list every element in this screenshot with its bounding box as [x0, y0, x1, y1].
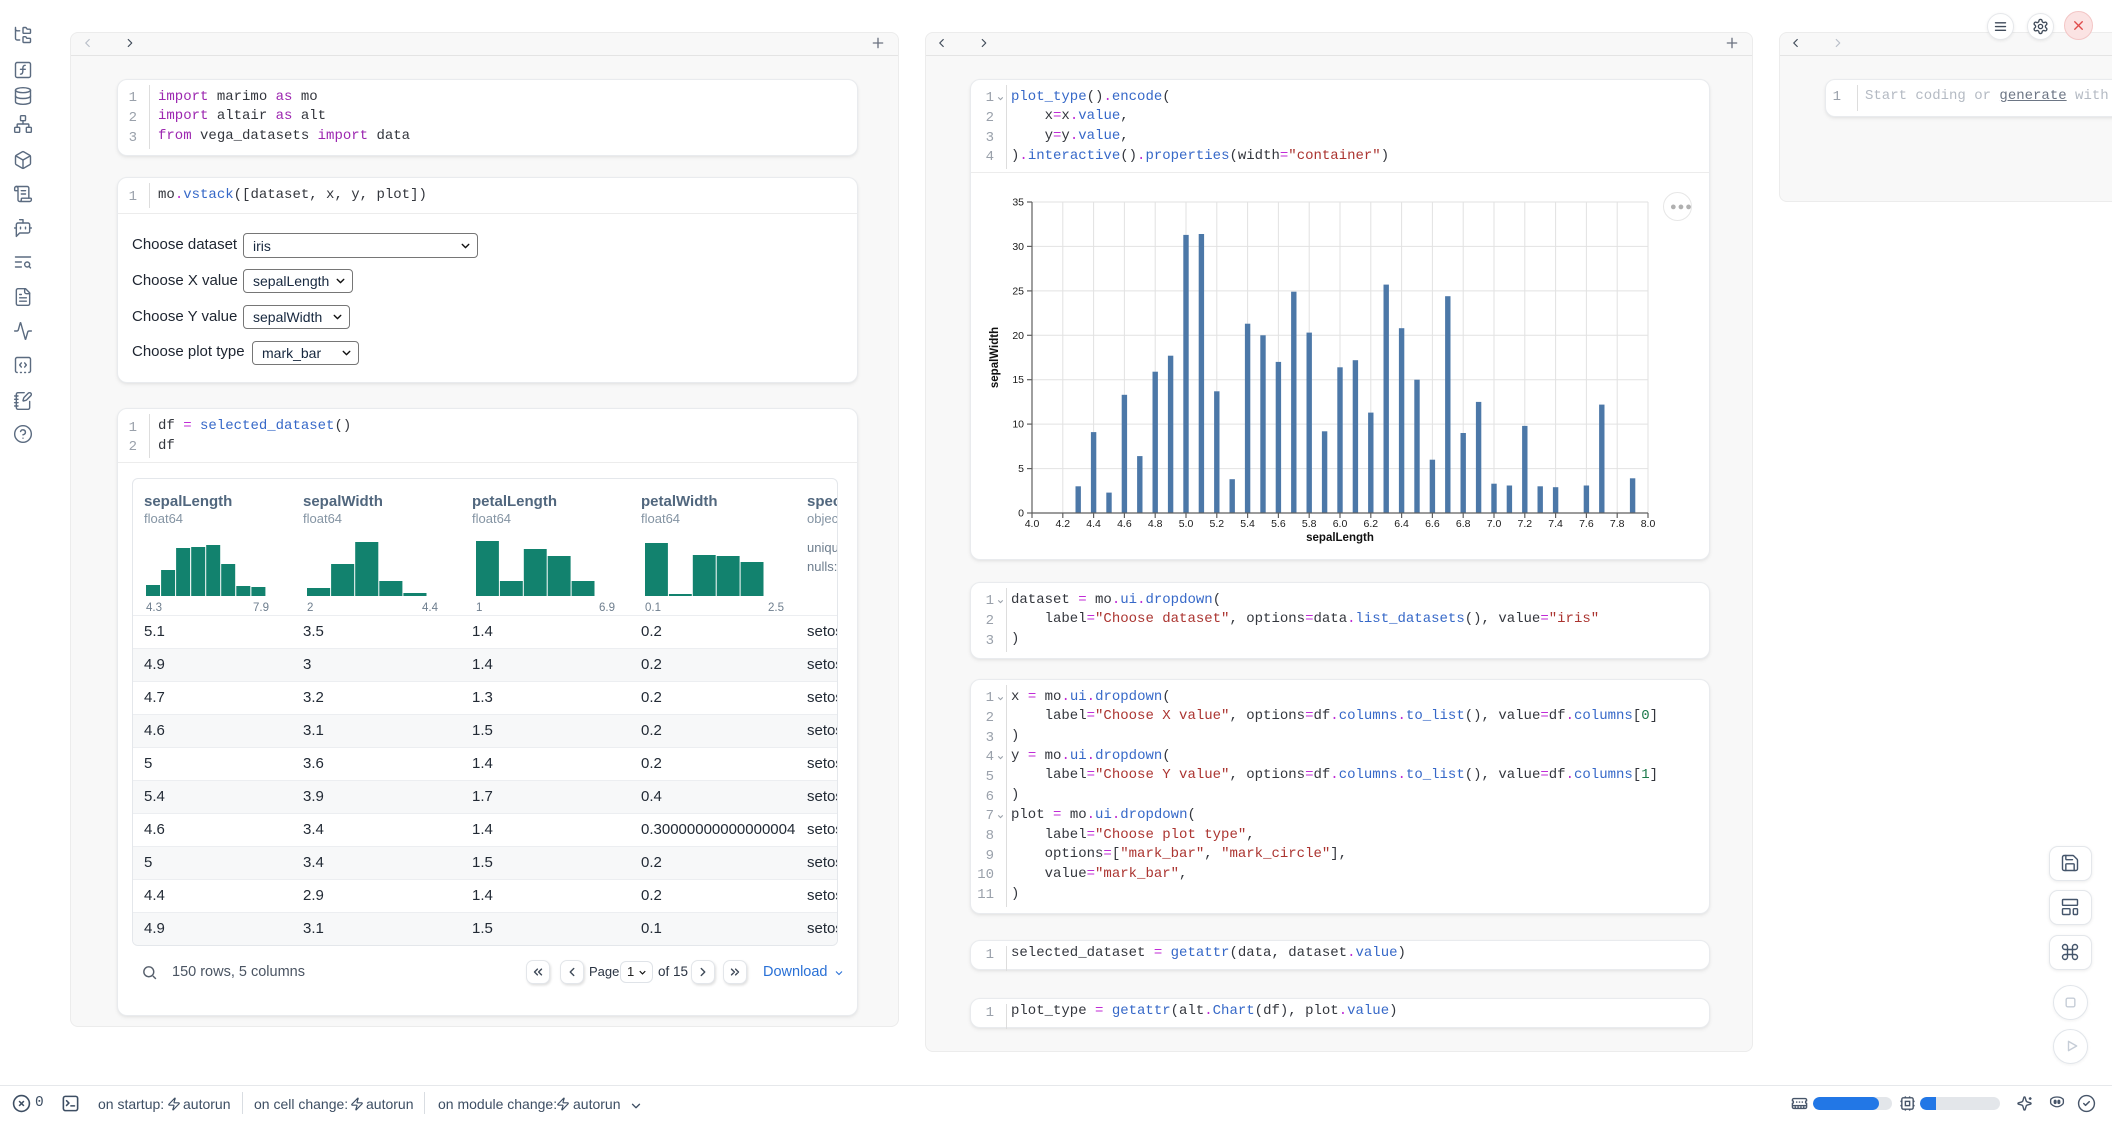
svg-text:30: 30 [1012, 241, 1024, 253]
svg-text:5.6: 5.6 [1271, 518, 1286, 530]
svg-text:7.0: 7.0 [1487, 518, 1502, 530]
svg-text:sepalLength: sepalLength [1306, 532, 1374, 544]
svg-text:4.8: 4.8 [1148, 518, 1163, 530]
svg-text:6.6: 6.6 [1425, 518, 1440, 530]
svg-text:10: 10 [1012, 419, 1024, 431]
svg-text:5: 5 [1018, 463, 1024, 475]
svg-text:7.2: 7.2 [1517, 518, 1532, 530]
svg-text:35: 35 [1012, 197, 1024, 209]
svg-text:6.0: 6.0 [1333, 518, 1348, 530]
svg-text:8.0: 8.0 [1641, 518, 1656, 530]
svg-text:7.8: 7.8 [1610, 518, 1625, 530]
svg-text:5.0: 5.0 [1179, 518, 1194, 530]
svg-text:6.2: 6.2 [1363, 518, 1378, 530]
svg-text:25: 25 [1012, 285, 1024, 297]
svg-text:5.8: 5.8 [1302, 518, 1317, 530]
svg-text:20: 20 [1012, 330, 1024, 342]
svg-text:4.6: 4.6 [1117, 518, 1132, 530]
svg-text:4.4: 4.4 [1086, 518, 1101, 530]
svg-text:6.8: 6.8 [1456, 518, 1471, 530]
svg-text:6.4: 6.4 [1394, 518, 1409, 530]
svg-text:4.0: 4.0 [1025, 518, 1040, 530]
svg-text:7.4: 7.4 [1548, 518, 1563, 530]
svg-text:4.2: 4.2 [1055, 518, 1070, 530]
svg-text:5.4: 5.4 [1240, 518, 1255, 530]
svg-text:0: 0 [1018, 508, 1024, 520]
svg-text:5.2: 5.2 [1209, 518, 1224, 530]
svg-text:sepalWidth: sepalWidth [989, 327, 1001, 388]
svg-text:15: 15 [1012, 374, 1024, 386]
svg-text:7.6: 7.6 [1579, 518, 1594, 530]
